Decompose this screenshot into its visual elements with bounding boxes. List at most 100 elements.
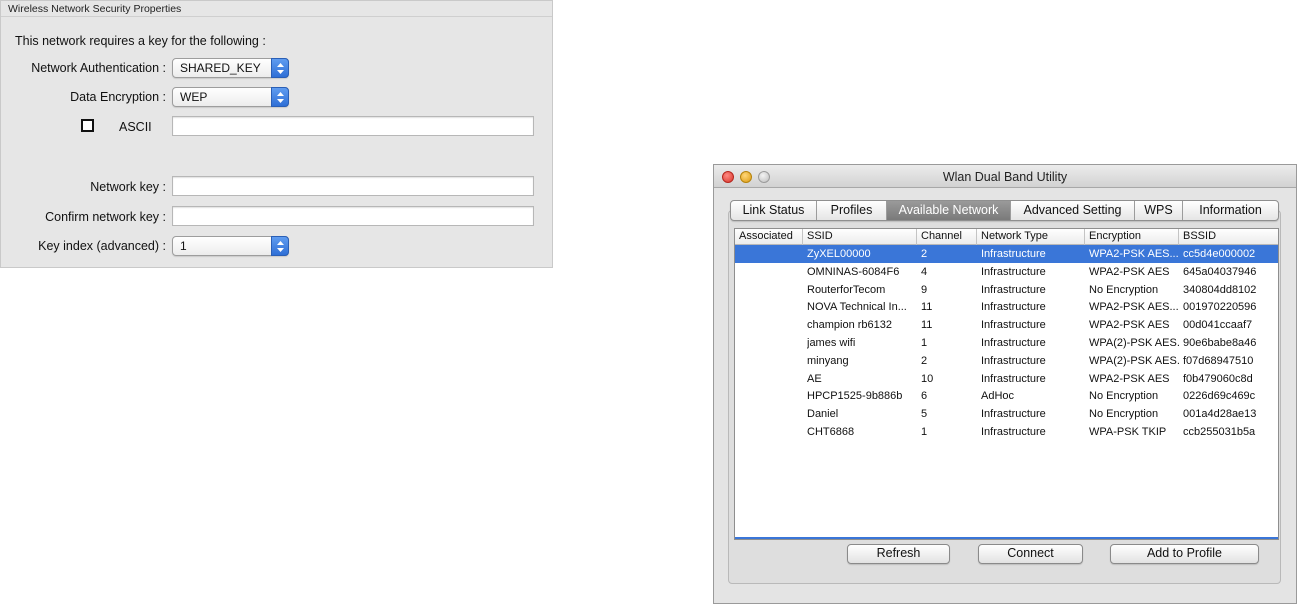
cell-channel: 9: [921, 283, 928, 296]
cell-bssid: 00d041ccaaf7: [1183, 319, 1253, 332]
key-index-value: 1: [180, 239, 187, 253]
cell-bssid: 340804dd8102: [1183, 283, 1257, 296]
connect-button[interactable]: Connect: [978, 544, 1083, 564]
network-row[interactable]: CHT6868 1 Infrastructure WPA-PSK TKIP ccb255…: [735, 423, 1278, 441]
data-encryption-select[interactable]: WEP: [172, 87, 289, 107]
network-row[interactable]: AE 10 Infrastructure WPA2-PSK AES f0b479060c…: [735, 370, 1278, 388]
network-row[interactable]: Daniel 5 Infrastructure No Encryption 001a4d…: [735, 405, 1278, 423]
network-authentication-value: SHARED_KEY: [180, 61, 261, 75]
cell-network-type: Infrastructure: [981, 372, 1046, 385]
network-row[interactable]: OMNINAS-6084F6 4 Infrastructure WPA2-PSK AE…: [735, 263, 1278, 281]
panel-title: Wireless Network Security Properties: [8, 3, 182, 15]
cell-ssid: RouterforTecom: [807, 283, 886, 296]
data-encryption-value: WEP: [180, 90, 208, 104]
cell-bssid: 001a4d28ae13: [1183, 408, 1257, 421]
cell-bssid: 001970220596: [1183, 301, 1257, 314]
refresh-button[interactable]: Refresh: [847, 544, 950, 564]
cell-channel: 4: [921, 265, 928, 278]
cell-encryption: WPA2-PSK AES...: [1089, 248, 1179, 260]
cell-network-type: Infrastructure: [981, 283, 1046, 296]
cell-bssid: ccb255031b5a: [1183, 426, 1256, 438]
column-bssid[interactable]: BSSID: [1179, 229, 1280, 245]
column-associated[interactable]: Associated: [735, 229, 803, 245]
column-ssid[interactable]: SSID: [803, 229, 917, 245]
title-divider: [1, 16, 552, 17]
network-authentication-select[interactable]: SHARED_KEY: [172, 58, 289, 78]
list-header: Associated SSID Channel Network Type Enc…: [735, 229, 1278, 245]
cell-encryption: WPA2-PSK AES: [1089, 372, 1170, 385]
network-authentication-label: Network Authentication :: [31, 61, 166, 75]
tab-advanced-setting[interactable]: Advanced Setting: [1011, 201, 1135, 220]
cell-channel: 10: [921, 372, 934, 385]
cell-ssid: HPCP1525-9b886b: [807, 390, 903, 403]
cell-ssid: Daniel: [807, 408, 839, 421]
ascii-label: ASCII: [119, 120, 152, 134]
cell-network-type: Infrastructure: [981, 248, 1046, 260]
network-row[interactable]: ZyXEL00000 2 Infrastructure WPA2-PSK AES...…: [735, 245, 1278, 263]
tab-link-status[interactable]: Link Status: [731, 201, 817, 220]
confirm-network-key-label: Confirm network key :: [45, 210, 166, 224]
network-row[interactable]: james wifi 1 Infrastructure WPA(2)-PSK AES.…: [735, 334, 1278, 352]
column-encryption[interactable]: Encryption: [1085, 229, 1179, 245]
ascii-field[interactable]: [172, 116, 534, 136]
column-network-type[interactable]: Network Type: [977, 229, 1085, 245]
network-key-label: Network key :: [90, 180, 166, 194]
cell-channel: 2: [921, 248, 928, 260]
cell-channel: 11: [921, 319, 933, 332]
tab-profiles[interactable]: Profiles: [817, 201, 887, 220]
cell-channel: 1: [921, 337, 928, 349]
tab-information[interactable]: Information: [1183, 201, 1278, 220]
network-row[interactable]: RouterforTecom 9 Infrastructure No Encrypti…: [735, 281, 1278, 299]
cell-bssid: f0b479060c8d: [1183, 372, 1253, 385]
tab-wps[interactable]: WPS: [1135, 201, 1183, 220]
network-row[interactable]: champion rb6132 11 Infrastructure WPA2-PSK …: [735, 316, 1278, 334]
cell-encryption: No Encryption: [1089, 283, 1159, 296]
updown-arrows-icon: [271, 87, 289, 107]
add-to-profile-button[interactable]: Add to Profile: [1110, 544, 1259, 564]
cell-ssid: NOVA Technical In...: [807, 301, 907, 314]
network-key-field[interactable]: [172, 176, 534, 196]
cell-network-type: Infrastructure: [981, 337, 1046, 349]
cell-encryption: No Encryption: [1089, 408, 1159, 421]
cell-channel: 2: [921, 354, 928, 367]
cell-bssid: 645a04037946: [1183, 265, 1257, 278]
tab-available-network[interactable]: Available Network: [887, 201, 1011, 220]
window-titlebar[interactable]: Wlan Dual Band Utility: [714, 165, 1296, 188]
panel-header: This network requires a key for the foll…: [15, 34, 266, 48]
security-properties-panel: Wireless Network Security Properties Thi…: [0, 0, 553, 268]
cell-network-type: Infrastructure: [981, 319, 1046, 332]
cell-encryption: WPA-PSK TKIP: [1089, 426, 1167, 438]
cell-encryption: No Encryption: [1089, 390, 1159, 403]
confirm-network-key-field[interactable]: [172, 206, 534, 226]
window-title: Wlan Dual Band Utility: [942, 170, 1068, 184]
cell-bssid: 0226d69c469c: [1183, 390, 1256, 403]
cell-network-type: Infrastructure: [981, 301, 1046, 314]
cell-network-type: Infrastructure: [981, 408, 1046, 421]
network-row[interactable]: HPCP1525-9b886b 6 AdHoc No Encryption 0226d6…: [735, 387, 1278, 405]
key-index-label: Key index (advanced) :: [38, 239, 166, 253]
cell-network-type: Infrastructure: [981, 265, 1046, 278]
cell-ssid: james wifi: [807, 337, 856, 349]
cell-ssid: CHT6868: [807, 426, 855, 438]
available-network-list[interactable]: Associated SSID Channel Network Type Enc…: [734, 228, 1279, 540]
cell-channel: 6: [921, 390, 928, 403]
key-index-select[interactable]: 1: [172, 236, 289, 256]
updown-arrows-icon: [271, 236, 289, 256]
cell-ssid: ZyXEL00000: [807, 248, 871, 260]
cell-encryption: WPA2-PSK AES: [1089, 265, 1170, 278]
tab-bar: Link Status Profiles Available Network A…: [730, 200, 1279, 221]
cell-ssid: champion rb6132: [807, 319, 893, 332]
network-row[interactable]: minyang 2 Infrastructure WPA(2)-PSK AES... f…: [735, 352, 1278, 370]
updown-arrows-icon: [271, 58, 289, 78]
cell-ssid: minyang: [807, 354, 849, 367]
cell-bssid: 90e6babe8a46: [1183, 337, 1257, 349]
ascii-checkbox[interactable]: [81, 119, 94, 132]
cell-network-type: AdHoc: [981, 390, 1015, 403]
network-row[interactable]: NOVA Technical In... 11 Infrastructure WPA2…: [735, 298, 1278, 316]
cell-ssid: AE: [807, 372, 822, 385]
column-channel[interactable]: Channel: [917, 229, 977, 245]
cell-channel: 1: [921, 426, 928, 438]
cell-ssid: OMNINAS-6084F6: [807, 265, 900, 278]
cell-encryption: WPA2-PSK AES: [1089, 319, 1170, 332]
list-focus-line: [735, 537, 1278, 539]
